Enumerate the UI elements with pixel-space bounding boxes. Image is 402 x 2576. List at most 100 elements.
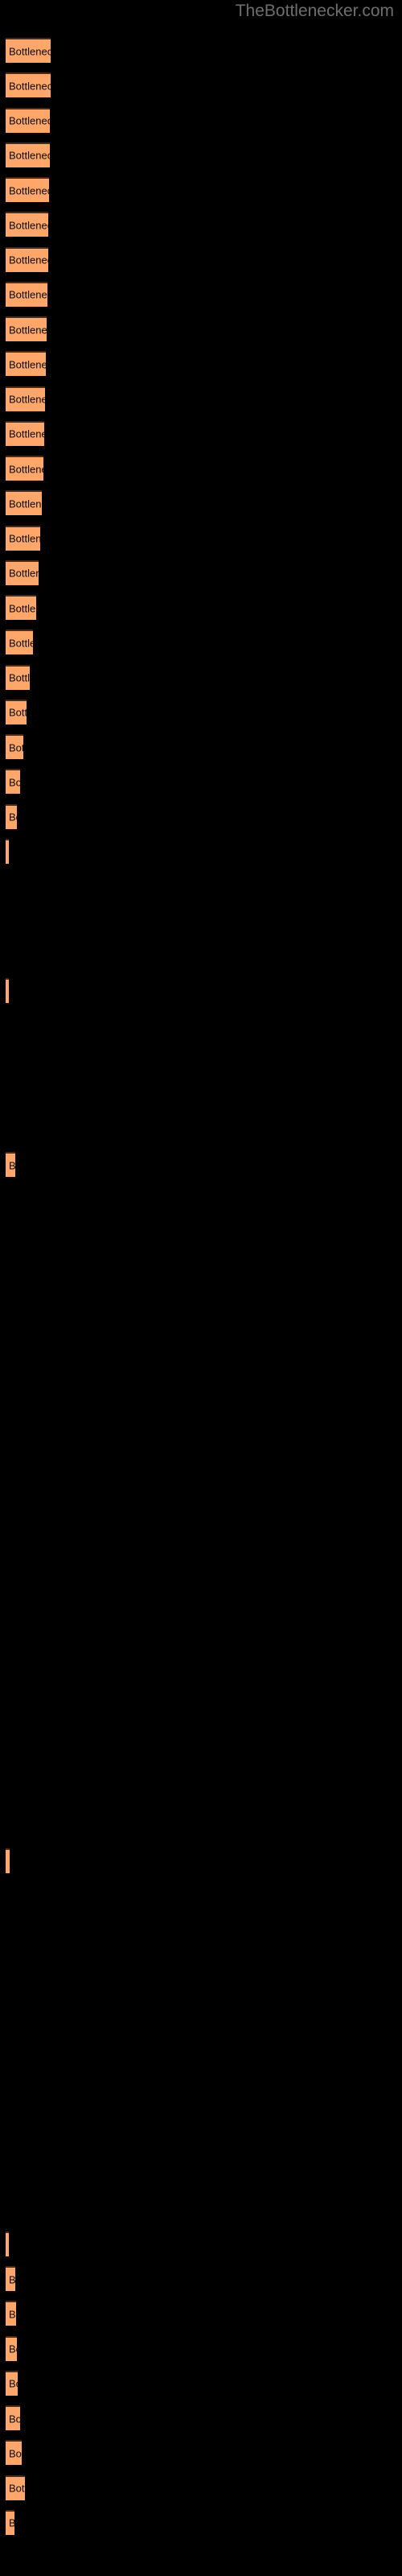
bar-value-label: Bottleneck result	[9, 324, 47, 336]
bar-row	[0, 1570, 402, 1595]
bar-row	[0, 908, 402, 933]
bar-row: Bottleneck result	[0, 595, 402, 620]
chart-bar[interactable]: Bottleneck result	[6, 246, 48, 272]
bar-row	[0, 1013, 402, 1038]
site-title-watermark: TheBottlenecker.com	[235, 2, 394, 20]
bar-row	[0, 1222, 402, 1247]
bar-value-label: Bottleneck result	[9, 45, 51, 57]
bar-value-label: Bottleneck result	[9, 358, 46, 371]
chart-bar[interactable]: Bottleneck result	[6, 38, 51, 63]
chart-bar[interactable]: Bottleneck result	[6, 2475, 25, 2500]
chart-bar[interactable]: Bottleneck result	[6, 351, 46, 377]
bar-row	[0, 1535, 402, 1560]
bar-value-label: Bottleneck result	[9, 2413, 20, 2425]
bar-row: Bottleneck result	[0, 803, 402, 829]
chart-bar[interactable]: Bottleneck result	[6, 977, 9, 1003]
chart-bar[interactable]: Bottleneck result	[6, 386, 45, 411]
bar-row	[0, 2127, 402, 2152]
chart-bar[interactable]: Bottleneck result	[6, 2335, 17, 2361]
chart-bar[interactable]: Bottleneck result	[6, 525, 40, 551]
bar-row	[0, 1988, 402, 2013]
chart-bar[interactable]: Bottleneck result	[6, 1848, 10, 1873]
bar-value-label: Bottleneck result	[9, 427, 44, 440]
chart-bar[interactable]: Bottleneck result	[6, 559, 39, 585]
bar-row: Bottleneck result	[0, 316, 402, 341]
chart-bar[interactable]: Bottleneck result	[6, 595, 36, 620]
bar-row: Bottleneck result	[0, 2231, 402, 2256]
bar-row: Bottleneck result	[0, 838, 402, 864]
bar-row: Bottleneck result	[0, 351, 402, 377]
bar-value-label: Bottleneck result	[9, 2447, 22, 2460]
chart-bar[interactable]: Bottleneck result	[6, 316, 47, 341]
chart-bar[interactable]: Bottleneck result	[6, 699, 27, 724]
bar-row	[0, 1814, 402, 1839]
chart-bar[interactable]: Bottleneck result	[6, 177, 49, 202]
chart-bar[interactable]: Bottleneck result	[6, 2231, 9, 2256]
bar-row	[0, 1779, 402, 1804]
chart-bar[interactable]: Bottleneck result	[6, 2370, 18, 2396]
bar-value-label: Bottleneck result	[9, 114, 50, 127]
bar-row	[0, 1047, 402, 1072]
bar-row	[0, 1257, 402, 1282]
bar-value-label: Bottleneck result	[9, 671, 30, 684]
chart-bar[interactable]: Bottleneck result	[6, 107, 50, 133]
chart-bar[interactable]: Bottleneck result	[6, 420, 44, 446]
bar-row: Bottleneck result	[0, 977, 402, 1003]
bar-row: Bottleneck result	[0, 699, 402, 724]
bar-row	[0, 2161, 402, 2186]
bar-row: Bottleneck result	[0, 490, 402, 516]
bar-row: Bottleneck result	[0, 386, 402, 411]
bar-row	[0, 1430, 402, 1455]
bar-row: Bottleneck result	[0, 630, 402, 655]
bar-row: Bottleneck result	[0, 664, 402, 690]
chart-bar[interactable]: Bottleneck result	[6, 2405, 20, 2430]
bar-value-label: Bottleneck result	[9, 149, 50, 162]
bar-row: Bottleneck result	[0, 212, 402, 237]
bar-value-label: Bottleneck result	[9, 741, 23, 753]
chart-bar[interactable]: Bottleneck result	[6, 734, 23, 759]
bar-row	[0, 1918, 402, 1943]
bar-value-label: Bottleneck result	[9, 567, 39, 580]
chart-bar[interactable]: Bottleneck result	[6, 281, 47, 307]
chart-bar[interactable]: Bottleneck result	[6, 769, 20, 795]
bar-row: Bottleneck result	[0, 107, 402, 133]
chart-bar[interactable]: Bottleneck result	[6, 664, 30, 690]
chart-bar[interactable]: Bottleneck result	[6, 456, 43, 481]
chart-bar[interactable]: Bottleneck result	[6, 72, 51, 98]
bar-value-label: Bottleneck result	[9, 2517, 14, 2529]
chart-bar[interactable]: Bottleneck result	[6, 2509, 14, 2535]
bar-value-label: Bottleneck result	[9, 706, 27, 719]
bar-row: Bottleneck result	[0, 2335, 402, 2361]
chart-bar[interactable]: Bottleneck result	[6, 2440, 22, 2466]
bar-value-label: Bottleneck result	[9, 2308, 16, 2321]
bar-row: Bottleneck result	[0, 525, 402, 551]
bar-row: Bottleneck result	[0, 1152, 402, 1177]
bar-row	[0, 1083, 402, 1108]
bar-row	[0, 1640, 402, 1665]
bar-row	[0, 1291, 402, 1316]
chart-bar[interactable]: Bottleneck result	[6, 2266, 15, 2291]
bar-row: Bottleneck result	[0, 2509, 402, 2535]
bar-row: Bottleneck result	[0, 72, 402, 98]
chart-bar[interactable]: Bottleneck result	[6, 838, 9, 864]
bar-row: Bottleneck result	[0, 177, 402, 202]
bar-row	[0, 873, 402, 898]
chart-bar[interactable]: Bottleneck result	[6, 490, 42, 516]
bar-value-label: Bottleneck result	[9, 288, 47, 301]
bar-value-label: Bottleneck result	[9, 80, 51, 93]
bar-row	[0, 1604, 402, 1629]
bar-value-label: Bottleneck result	[9, 2377, 18, 2390]
bar-row: Bottleneck result	[0, 456, 402, 481]
chart-bar[interactable]: Bottleneck result	[6, 630, 33, 655]
bar-row: Bottleneck result	[0, 1848, 402, 1873]
chart-bar[interactable]: Bottleneck result	[6, 1152, 15, 1177]
bar-row	[0, 2092, 402, 2117]
bar-row: Bottleneck result	[0, 420, 402, 446]
chart-bar[interactable]: Bottleneck result	[6, 803, 17, 829]
chart-bar[interactable]: Bottleneck result	[6, 2301, 16, 2326]
bar-row: Bottleneck result	[0, 2440, 402, 2466]
bar-row	[0, 1953, 402, 1978]
chart-bar[interactable]: Bottleneck result	[6, 142, 50, 167]
chart-bar[interactable]: Bottleneck result	[6, 212, 48, 237]
bar-row	[0, 1744, 402, 1769]
